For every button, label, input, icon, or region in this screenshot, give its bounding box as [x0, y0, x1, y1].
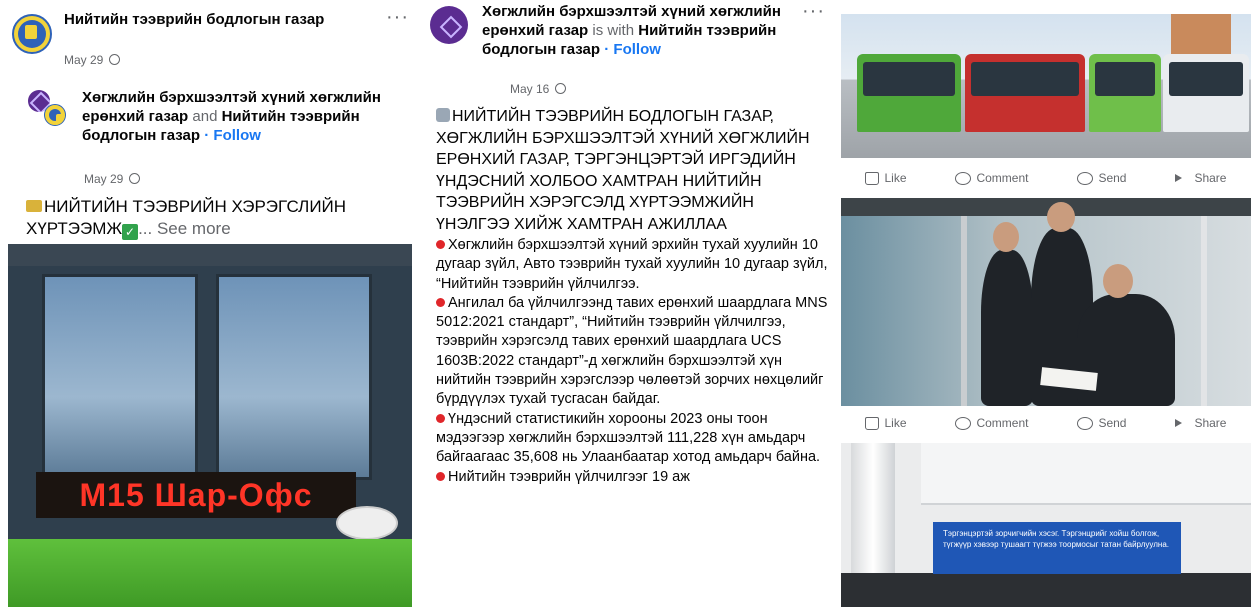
shared-page-avatar[interactable]	[44, 104, 66, 126]
shared-date[interactable]: May 29	[84, 172, 123, 186]
messenger-icon	[1077, 171, 1094, 185]
handrail	[1201, 216, 1207, 406]
action-bar-2: Like Comment Send Share	[841, 408, 1251, 438]
send-button[interactable]: Send	[1077, 416, 1126, 430]
post-date[interactable]: May 16	[510, 82, 549, 96]
thumbs-up-icon	[865, 171, 880, 185]
bus-red	[965, 54, 1085, 132]
bus-window	[216, 274, 372, 480]
bus-green	[857, 54, 961, 132]
bus-ceiling	[841, 198, 1251, 216]
handrail	[961, 216, 967, 406]
paragraph-4-text: Нийтийн тээврийн үйлчилгээг 19 аж	[448, 468, 690, 485]
like-button[interactable]: Like	[865, 416, 907, 430]
paragraph-2: Ангилал ба үйлчилгээнд тавих ерөнхий шаа…	[436, 294, 828, 410]
bus-green-2	[1089, 54, 1161, 132]
comment-button[interactable]: Comment	[955, 416, 1028, 430]
wheelchair-emoji-icon	[436, 108, 450, 122]
bus-body	[8, 539, 412, 607]
share-label: Share	[1194, 171, 1227, 185]
follow-link[interactable]: · Follow	[604, 41, 661, 58]
paragraph-3: Үндэсний статистикийн хорооны 2023 оны т…	[436, 410, 828, 468]
paragraph-2-text: Ангилал ба үйлчилгээнд тавих ерөнхий шаа…	[436, 294, 828, 408]
and-text: and	[192, 108, 218, 125]
like-button[interactable]: Like	[865, 171, 907, 185]
share-button[interactable]: Share	[1175, 416, 1226, 430]
share-label: Share	[1194, 416, 1227, 430]
see-more-link[interactable]: ... See more	[138, 219, 231, 238]
bus-badge	[336, 506, 398, 540]
paragraph-3-text: Үндэсний статистикийн хорооны 2023 оны т…	[436, 410, 821, 466]
public-globe-icon	[129, 173, 141, 184]
share-icon	[1175, 172, 1189, 184]
share-icon	[1175, 417, 1189, 429]
more-options-icon[interactable]: ···	[386, 6, 409, 29]
public-globe-icon	[109, 54, 121, 65]
follow-link[interactable]: · Follow	[204, 127, 261, 144]
post-body: НИЙТИЙН ТЭЭВРИЙН БОДЛОГЫН ГАЗАР, ХӨГЖЛИЙ…	[436, 106, 828, 487]
person-head	[1047, 202, 1075, 232]
post-photo-bus[interactable]: М15 Шар-Офс	[8, 244, 412, 607]
wheelchair-area-sign: Тэргэнцэртэй зорчигчийн хэсэг. Тэргэнцри…	[933, 522, 1181, 574]
photo-inspection-inside-bus[interactable]	[841, 198, 1251, 406]
bus-white	[1163, 54, 1249, 132]
checkmark-icon: ✓	[122, 224, 139, 240]
public-globe-icon	[555, 83, 567, 94]
paragraph-4: Нийтийн тээврийн үйлчилгээг 19 аж	[436, 468, 828, 487]
send-label: Send	[1098, 171, 1127, 185]
paragraph-1-text: Хөгжлийн бэрхшээлтэй хүний эрхийн тухай …	[436, 237, 828, 292]
pushpin-icon	[436, 240, 445, 249]
comment-button[interactable]: Comment	[955, 171, 1028, 185]
person	[981, 250, 1033, 406]
bus-window	[42, 274, 198, 480]
shared-date-row: May 29	[84, 172, 141, 186]
post-heading: НИЙТИЙН ТЭЭВРИЙН БОДЛОГЫН ГАЗАР, ХӨГЖЛИЙ…	[436, 106, 828, 235]
action-bar-1: Like Comment Send Share	[841, 163, 1251, 193]
with-text: is with	[592, 22, 635, 39]
bus-emoji-icon	[26, 200, 42, 212]
post-header: Хөгжлийн бэрхшээлтэй хүний хөгжлийн ерөн…	[482, 2, 802, 59]
comment-label: Comment	[976, 171, 1029, 185]
page-name[interactable]: Нийтийн тээврийн бодлогын газар	[64, 10, 364, 29]
bus-route-sign: М15 Шар-Офс	[36, 472, 356, 518]
pushpin-icon	[436, 413, 445, 423]
share-button[interactable]: Share	[1175, 171, 1226, 185]
shared-header: Хөгжлийн бэрхшээлтэй хүний хөгжлийн ерөн…	[82, 88, 382, 145]
post-text: НИЙТИЙН ТЭЭВРИЙН ХЭРЭГСЛИЙН ХҮРТЭЭМЖ ✓...…	[26, 196, 406, 240]
paragraph-1: Хөгжлийн бэрхшээлтэй хүний эрхийн тухай …	[436, 236, 828, 294]
floor	[841, 573, 1251, 607]
org-avatar[interactable]	[430, 6, 468, 44]
send-button[interactable]: Send	[1077, 171, 1126, 185]
post-2: Хөгжлийн бэрхшээлтэй хүний хөгжлийн ерөн…	[424, 0, 834, 607]
pushpin-icon	[436, 471, 445, 481]
post-date-row: May 29	[64, 53, 121, 67]
like-label: Like	[884, 416, 907, 430]
comment-icon	[955, 416, 972, 430]
person-head	[1103, 264, 1133, 298]
more-options-icon[interactable]: ···	[802, 0, 825, 23]
post-1: Нийтийн тээврийн бодлогын газар May 29 ·…	[0, 0, 418, 607]
messenger-icon	[1077, 416, 1094, 430]
post-date[interactable]: May 29	[64, 53, 103, 67]
post-3-photos: Like Comment Send Share Like Comment Sen…	[841, 0, 1251, 607]
vent-panel	[921, 443, 1251, 505]
thumbs-up-icon	[865, 416, 880, 430]
post-heading-text: НИЙТИЙН ТЭЭВРИЙН БОДЛОГЫН ГАЗАР, ХӨГЖЛИЙ…	[436, 108, 810, 233]
photo-bus-depot[interactable]	[841, 14, 1251, 158]
comment-icon	[955, 171, 972, 185]
like-label: Like	[884, 171, 907, 185]
bus-roof	[8, 244, 412, 266]
post-date-row: May 16	[510, 82, 567, 96]
pushpin-icon	[436, 297, 445, 307]
comment-label: Comment	[976, 416, 1029, 430]
page-avatar[interactable]	[12, 14, 52, 54]
person-head	[993, 222, 1019, 252]
send-label: Send	[1098, 416, 1127, 430]
